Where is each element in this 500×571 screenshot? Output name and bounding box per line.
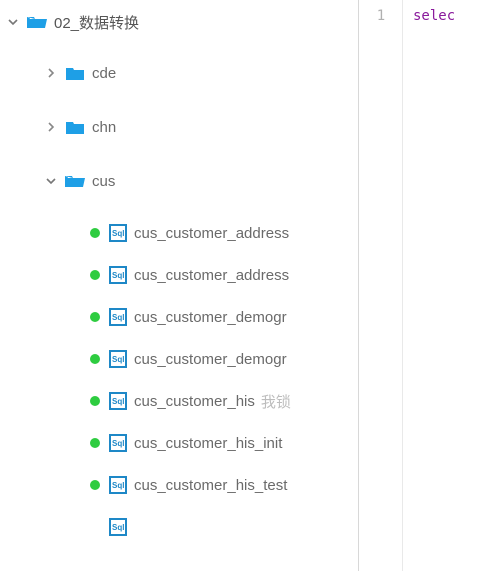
sql-file-icon: Sql — [108, 518, 128, 536]
tree-file-label: cus_customer_his — [134, 393, 255, 410]
sql-file-icon: Sql — [108, 308, 128, 326]
sql-file-icon: Sql — [108, 476, 128, 494]
tree-file-extra: 我锁 — [261, 391, 291, 412]
tree-folder-chn[interactable]: chn — [0, 106, 358, 148]
sql-file-icon: Sql — [108, 224, 128, 242]
tree-file-item[interactable]: Sql cus_customer_his_init — [0, 422, 358, 464]
editor-code-line[interactable]: selec — [413, 8, 455, 24]
folder-closed-icon — [64, 120, 86, 135]
tree-file-label: cus_customer_his_test — [134, 477, 287, 494]
indent-spacer — [0, 443, 90, 444]
editor-panel[interactable]: 1 selec — [359, 0, 500, 571]
status-dot-green-icon — [90, 228, 100, 238]
tree-file-label: cus_customer_demogr — [134, 309, 287, 326]
sql-file-icon: Sql — [108, 434, 128, 452]
tree-folder-cde[interactable]: cde — [0, 52, 358, 94]
indent-spacer — [0, 233, 90, 234]
indent-spacer — [0, 485, 90, 486]
tree-file-item[interactable]: Sql cus_customer_address — [0, 254, 358, 296]
status-dot-green-icon — [90, 270, 100, 280]
tree-file-label: cus_customer_address — [134, 267, 289, 284]
status-dot-green-icon — [90, 354, 100, 364]
svg-text:Sql: Sql — [112, 397, 124, 406]
line-number: 1 — [359, 8, 403, 24]
screen: 02_数据转换 cde chn — [0, 0, 500, 571]
tree-file-item-partial[interactable]: Sql — [0, 506, 358, 548]
tree-file-label: cus_customer_demogr — [134, 351, 287, 368]
tree-folder-cus[interactable]: cus — [0, 160, 358, 202]
sql-file-icon: Sql — [108, 350, 128, 368]
tree-root-label: 02_数据转换 — [54, 12, 139, 33]
indent-spacer — [0, 527, 108, 528]
svg-text:Sql: Sql — [112, 355, 124, 364]
status-dot-green-icon — [90, 312, 100, 322]
cus-file-list: Sql cus_customer_address Sql cus_custome… — [0, 212, 358, 548]
tree-root-02-data-transform[interactable]: 02_数据转换 — [0, 4, 358, 40]
folder-closed-icon — [64, 66, 86, 81]
indent-spacer — [0, 275, 90, 276]
svg-text:Sql: Sql — [112, 229, 124, 238]
chevron-right-icon — [44, 121, 58, 133]
tree-folder-label: cus — [92, 173, 115, 190]
indent-spacer — [0, 181, 44, 182]
tree-folder-label: cde — [92, 65, 116, 82]
status-dot-green-icon — [90, 396, 100, 406]
indent-spacer — [0, 127, 44, 128]
svg-text:Sql: Sql — [112, 271, 124, 280]
indent-spacer — [0, 317, 90, 318]
chevron-right-icon — [44, 67, 58, 79]
chevron-down-icon — [6, 16, 20, 28]
folder-open-icon — [26, 14, 48, 30]
tree-file-item[interactable]: Sql cus_customer_demogr — [0, 296, 358, 338]
svg-text:Sql: Sql — [112, 523, 124, 532]
tree-file-label: cus_customer_address — [134, 225, 289, 242]
indent-spacer — [0, 73, 44, 74]
tree-file-item[interactable]: Sql cus_customer_address — [0, 212, 358, 254]
sql-file-icon: Sql — [108, 266, 128, 284]
svg-text:Sql: Sql — [112, 439, 124, 448]
editor-gutter: 1 — [359, 0, 403, 571]
svg-text:Sql: Sql — [112, 313, 124, 322]
indent-spacer — [0, 401, 90, 402]
tree-file-label: cus_customer_his_init — [134, 435, 282, 452]
chevron-down-icon — [44, 175, 58, 187]
tree-panel: 02_数据转换 cde chn — [0, 0, 358, 571]
svg-text:Sql: Sql — [112, 481, 124, 490]
folder-open-icon — [64, 173, 86, 189]
tree-file-item[interactable]: Sql cus_customer_his 我锁 — [0, 380, 358, 422]
sql-file-icon: Sql — [108, 392, 128, 410]
status-dot-green-icon — [90, 438, 100, 448]
indent-spacer — [0, 359, 90, 360]
tree-file-item[interactable]: Sql cus_customer_his_test — [0, 464, 358, 506]
tree-file-item[interactable]: Sql cus_customer_demogr — [0, 338, 358, 380]
status-dot-green-icon — [90, 480, 100, 490]
tree-folder-label: chn — [92, 119, 116, 136]
